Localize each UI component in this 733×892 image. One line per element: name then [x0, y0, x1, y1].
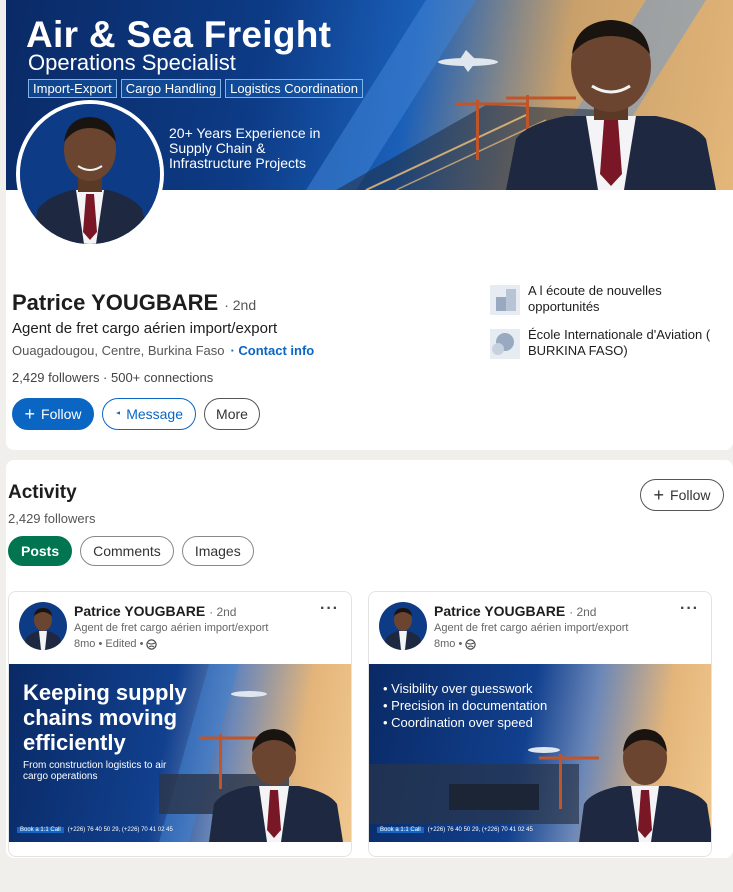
page-bottom-margin: [0, 858, 733, 892]
post-author-line[interactable]: Patrice YOUGBARE · 2nd: [74, 603, 236, 619]
banner-tag: Import-Export: [28, 79, 117, 98]
profile-headline: Agent de fret cargo aérien import/export: [12, 320, 278, 337]
post-meta: 8mo • Edited •: [74, 638, 158, 650]
post-author-line[interactable]: Patrice YOUGBARE · 2nd: [434, 603, 596, 619]
follow-button[interactable]: + Follow: [12, 398, 94, 430]
profile-actions: + Follow Message More: [12, 398, 260, 430]
post-card[interactable]: Patrice YOUGBARE · 2nd Agent de fret car…: [368, 591, 712, 857]
post-bullet: Precision in documentation: [383, 697, 547, 714]
post-image-bullets: Visibility over guesswork Precision in d…: [383, 680, 547, 731]
banner-subtitle: Operations Specialist: [28, 50, 236, 75]
post-avatar-photo: [23, 608, 63, 650]
post-avatar-photo: [383, 608, 423, 650]
plus-icon: +: [24, 404, 36, 424]
side-item-education[interactable]: École Internationale d'Aviation ( BURKIN…: [490, 327, 730, 359]
post-author-name: Patrice YOUGBARE: [434, 603, 566, 619]
post-image-footer: Book a 1:1 Call (+226) 76 40 50 29, (+22…: [17, 824, 173, 836]
post-bullet: Visibility over guesswork: [383, 680, 547, 697]
post-more-icon[interactable]: ···: [320, 600, 339, 618]
tab-images[interactable]: Images: [181, 536, 254, 566]
post-header: Patrice YOUGBARE · 2nd Agent de fret car…: [379, 600, 703, 658]
banner-tag: Logistics Coordination: [225, 79, 363, 98]
post-author-degree: · 2nd: [209, 605, 237, 619]
phone-numbers: (+226) 76 40 50 29, (+226) 70 41 02 45: [67, 827, 173, 833]
send-icon: [116, 411, 121, 415]
message-button[interactable]: Message: [102, 398, 196, 430]
activity-tabs: Posts Comments Images: [8, 536, 254, 566]
post-meta-text: 8mo •: [434, 638, 463, 650]
post-author-headline: Agent de fret cargo aérien import/export: [434, 622, 629, 634]
post-card[interactable]: Patrice YOUGBARE · 2nd Agent de fret car…: [8, 591, 352, 857]
activity-follow-button[interactable]: + Follow: [640, 479, 724, 511]
school-icon: [490, 329, 520, 359]
book-call-badge: Book a 1:1 Call: [377, 827, 424, 833]
post-author-avatar[interactable]: [379, 602, 427, 650]
post-image[interactable]: Visibility over guesswork Precision in d…: [369, 664, 711, 842]
profile-location: Ouagadougou, Centre, Burkina Faso: [12, 343, 225, 358]
globe-icon: [146, 638, 158, 650]
post-image-subtitle: From construction logistics to air cargo…: [23, 760, 167, 782]
post-header: Patrice YOUGBARE · 2nd Agent de fret car…: [19, 600, 343, 658]
post-more-icon[interactable]: ···: [680, 600, 699, 618]
follow-label: Follow: [41, 406, 82, 422]
side-item-open-to-work[interactable]: A l écoute de nouvelles opportunités: [490, 283, 730, 315]
post-meta-text: 8mo • Edited •: [74, 638, 144, 650]
banner-experience: 20+ Years Experience in Supply Chain & I…: [169, 125, 321, 171]
post-author-avatar[interactable]: [19, 602, 67, 650]
profile-avatar[interactable]: [16, 100, 164, 248]
banner-tags: Import-Export Cargo Handling Logistics C…: [28, 79, 363, 98]
more-label: More: [216, 406, 248, 422]
tab-comments[interactable]: Comments: [80, 536, 174, 566]
post-image-footer: Book a 1:1 Call (+226) 76 40 50 29, (+22…: [377, 824, 533, 836]
briefcase-icon: [490, 285, 520, 315]
globe-icon: [465, 638, 477, 650]
activity-title: Activity: [8, 482, 77, 503]
tab-posts[interactable]: Posts: [8, 536, 73, 566]
side-item-text: A l écoute de nouvelles opportunités: [528, 283, 662, 314]
side-item-text: École Internationale d'Aviation ( BURKIN…: [528, 327, 711, 358]
activity-followers: 2,429 followers: [8, 511, 96, 526]
profile-name: Patrice YOUGBARE: [12, 290, 219, 315]
phone-numbers: (+226) 76 40 50 29, (+226) 70 41 02 45: [427, 827, 533, 833]
profile-stats[interactable]: 2,429 followers · 500+ connections: [12, 370, 213, 385]
post-meta: 8mo •: [434, 638, 477, 650]
activity-section: Activity 2,429 followers + Follow Posts …: [6, 460, 733, 858]
profile-page: Air & Sea Freight Operations Specialist …: [0, 0, 733, 892]
plus-icon: +: [653, 485, 665, 505]
contact-info-link[interactable]: · Contact info: [230, 343, 314, 358]
profile-card: Air & Sea Freight Operations Specialist …: [6, 0, 733, 450]
post-author-degree: · 2nd: [569, 605, 597, 619]
follow-label: Follow: [670, 487, 711, 503]
more-button[interactable]: More: [204, 398, 260, 430]
post-image-title: Keeping supply chains moving efficiently: [23, 680, 187, 755]
profile-name-row: Patrice YOUGBARE · 2nd: [12, 290, 256, 316]
banner-person-photo: [506, 20, 716, 190]
avatar-photo: [20, 104, 160, 244]
post-image[interactable]: Keeping supply chains moving efficiently…: [9, 664, 351, 842]
banner-tag: Cargo Handling: [120, 79, 222, 98]
book-call-badge: Book a 1:1 Call: [17, 827, 64, 833]
message-label: Message: [126, 406, 183, 422]
post-bullet: Coordination over speed: [383, 714, 547, 731]
post-author-headline: Agent de fret cargo aérien import/export: [74, 622, 269, 634]
profile-location-row: Ouagadougou, Centre, Burkina Faso · Cont…: [12, 343, 314, 358]
post-author-name: Patrice YOUGBARE: [74, 603, 206, 619]
connection-degree: · 2nd: [224, 297, 257, 313]
profile-side-items: A l écoute de nouvelles opportunités Éco…: [490, 283, 730, 371]
